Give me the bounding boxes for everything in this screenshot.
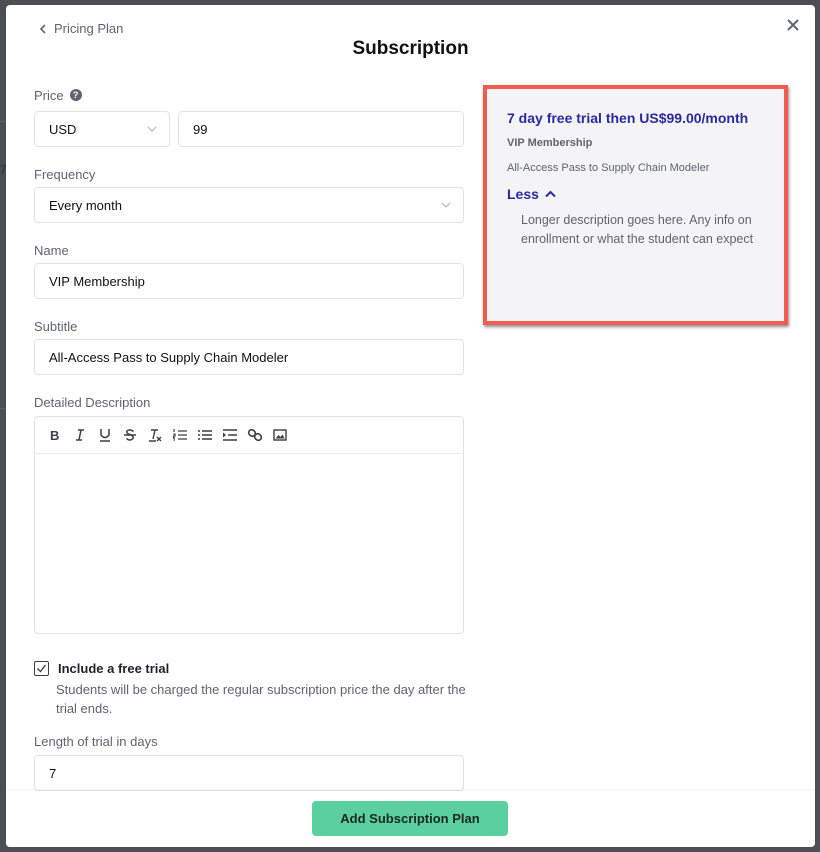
price-amount-input[interactable]: 99 xyxy=(178,111,464,147)
name-value: VIP Membership xyxy=(49,273,145,289)
bold-icon[interactable]: B xyxy=(47,427,63,443)
strikethrough-icon[interactable] xyxy=(122,427,138,443)
free-trial-checkbox[interactable] xyxy=(34,661,49,676)
preview-plan-name: VIP Membership xyxy=(507,137,593,149)
frequency-label: Frequency xyxy=(34,166,96,182)
add-subscription-plan-button[interactable]: Add Subscription Plan xyxy=(312,801,508,836)
chevron-down-icon xyxy=(147,126,157,132)
preview-subtitle: All-Access Pass to Supply Chain Modeler xyxy=(507,162,710,174)
preview-less-label: Less xyxy=(507,186,539,202)
price-label-text: Price xyxy=(34,87,64,103)
link-icon[interactable] xyxy=(247,427,263,443)
preview-headline: 7 day free trial then US$99.00/month xyxy=(507,110,749,126)
subtitle-input[interactable]: All-Access Pass to Supply Chain Modeler xyxy=(34,339,464,375)
trial-length-value: 7 xyxy=(49,765,57,781)
description-editor: B xyxy=(34,416,464,634)
image-icon[interactable] xyxy=(272,427,288,443)
name-input[interactable]: VIP Membership xyxy=(34,263,464,299)
underline-icon[interactable] xyxy=(97,427,113,443)
italic-icon[interactable] xyxy=(72,427,88,443)
subscription-form: Price ? USD 99 Frequency Every month Nam… xyxy=(34,87,466,791)
close-icon[interactable] xyxy=(785,17,801,33)
price-amount-value: 99 xyxy=(193,121,208,137)
page-title: Subscription xyxy=(352,38,469,59)
price-label: Price ? xyxy=(34,87,464,103)
modal-footer: Add Subscription Plan xyxy=(6,791,815,847)
name-label: Name xyxy=(34,242,69,258)
clear-format-icon[interactable] xyxy=(147,427,163,443)
back-to-pricing-plan-link[interactable]: Pricing Plan xyxy=(38,21,123,36)
editor-toolbar: B xyxy=(35,417,463,454)
ordered-list-icon[interactable] xyxy=(172,427,188,443)
indent-icon[interactable] xyxy=(222,427,238,443)
subtitle-label: Subtitle xyxy=(34,318,78,334)
frequency-select[interactable]: Every month xyxy=(34,187,464,223)
chevron-down-icon xyxy=(441,202,451,208)
plan-preview-card: 7 day free trial then US$99.00/month VIP… xyxy=(483,85,788,325)
description-textarea[interactable] xyxy=(35,454,463,633)
trial-length-label: Length of trial in days xyxy=(34,733,158,749)
free-trial-option: Include a free trial xyxy=(34,661,464,676)
preview-description: Longer description goes here. Any info o… xyxy=(521,213,754,246)
currency-value: USD xyxy=(49,121,77,137)
currency-select[interactable]: USD xyxy=(34,111,170,147)
subtitle-value: All-Access Pass to Supply Chain Modeler xyxy=(49,349,289,365)
free-trial-help-text: Students will be charged the regular sub… xyxy=(56,682,466,716)
free-trial-label: Include a free trial xyxy=(58,661,170,676)
chevron-left-icon xyxy=(39,23,46,34)
svg-text:B: B xyxy=(50,428,59,443)
chevron-up-icon xyxy=(545,190,556,198)
preview-less-toggle[interactable]: Less xyxy=(507,186,764,202)
description-label: Detailed Description xyxy=(34,394,151,410)
help-icon[interactable]: ? xyxy=(69,89,82,101)
checkmark-icon xyxy=(37,664,47,673)
frequency-value: Every month xyxy=(49,197,122,213)
bullet-list-icon[interactable] xyxy=(197,427,213,443)
trial-length-input[interactable]: 7 xyxy=(34,755,464,791)
subscription-modal: Pricing Plan Subscription Price ? USD 99… xyxy=(6,5,815,847)
back-link-label: Pricing Plan xyxy=(54,21,124,36)
